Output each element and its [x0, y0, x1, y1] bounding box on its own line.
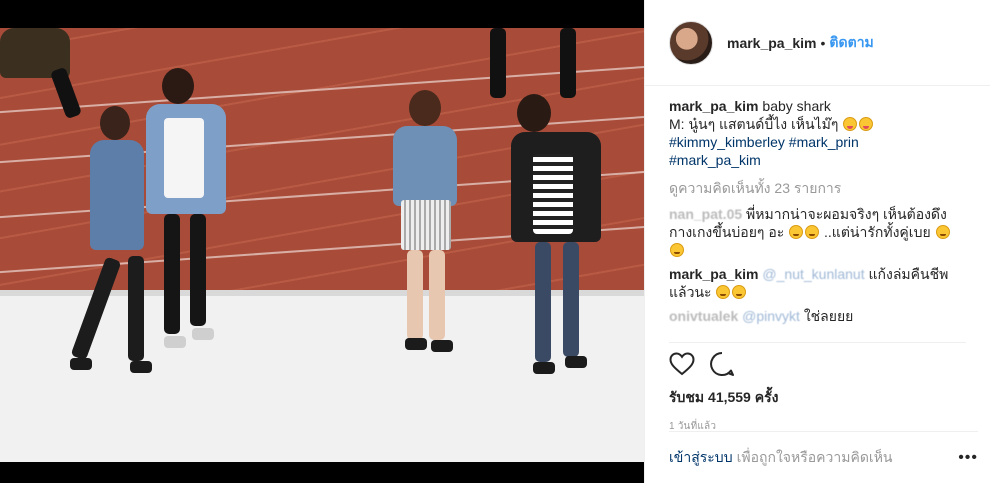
grin-emoji-icon: [805, 225, 820, 239]
grin-emoji-icon: [789, 225, 804, 239]
separator-dot: •: [820, 34, 826, 51]
post-header: mark_pa_kim • ติดตาม: [645, 0, 990, 86]
laugh-emoji-icon: [732, 285, 747, 299]
login-link[interactable]: เข้าสู่ระบบ: [669, 447, 733, 469]
comment-text: แก้งล่มคืนชีพ: [868, 266, 949, 282]
comment-icon[interactable]: [709, 351, 735, 377]
post-video[interactable]: [0, 0, 644, 483]
follow-button[interactable]: ติดตาม: [829, 32, 873, 54]
comment-username[interactable]: mark_pa_kim: [669, 266, 759, 282]
tongue-emoji-icon: [843, 117, 858, 131]
instagram-post: mark_pa_kim • ติดตาม mark_pa_kim baby sh…: [0, 0, 990, 483]
background-dancer-right: [480, 28, 590, 108]
heart-icon[interactable]: [669, 352, 695, 376]
video-frame: [0, 28, 644, 462]
background-dancer-left: [0, 28, 83, 120]
post-username[interactable]: mark_pa_kim: [727, 35, 817, 51]
login-footer: เข้าสู่ระบบ เพื่อถูกใจหรือความคิดเห็น ••…: [669, 431, 978, 483]
post-side-panel: mark_pa_kim • ติดตาม mark_pa_kim baby sh…: [644, 0, 990, 483]
dancer-2: [140, 68, 240, 358]
view-count[interactable]: รับชม 41,559 ครั้ง: [669, 387, 966, 409]
comment-text: แล้วนะ: [669, 284, 712, 300]
caption-text-line1: baby shark: [762, 98, 831, 114]
comment-item: onivtualek @pinvykt ใช่ลยยย: [669, 307, 974, 325]
caption-text-line2: M: นู๋นๆ แสตนด์บี้ไง เห็นไม๊ๆ: [669, 116, 839, 132]
tongue-emoji-icon: [859, 117, 874, 131]
comment-mention[interactable]: @_nut_kunlanut: [762, 266, 864, 282]
caption-hashtags-line2[interactable]: #mark_pa_kim: [669, 152, 761, 168]
grin-emoji-icon: [935, 225, 950, 239]
caption-username[interactable]: mark_pa_kim: [669, 98, 759, 114]
comment-item: mark_pa_kim @_nut_kunlanut แก้งล่มคืนชีพ…: [669, 265, 974, 301]
grin-emoji-icon: [670, 243, 684, 257]
caption-hashtags-line1[interactable]: #kimmy_kimberley #mark_prin: [669, 134, 859, 150]
comment-username[interactable]: onivtualek: [669, 308, 738, 324]
caption: mark_pa_kim baby shark M: นู๋นๆ แสตนด์บี…: [669, 97, 974, 169]
login-prompt-text: เพื่อถูกใจหรือความคิดเห็น: [736, 448, 893, 465]
laugh-emoji-icon: [716, 285, 731, 299]
more-options-icon[interactable]: •••: [958, 449, 978, 467]
comment-text: พี่หมากน่าจะผอมจริงๆ เห็นต้องดึง: [746, 206, 947, 222]
comment-text: กางเกงขึ้นบ่อยๆ อะ: [669, 224, 785, 240]
avatar[interactable]: [669, 20, 713, 65]
comments-section: mark_pa_kim baby shark M: นู๋นๆ แสตนด์บี…: [669, 97, 974, 333]
comment-text: ..แต่น่ารักทั้งคู่เบย: [824, 224, 931, 240]
comment-username[interactable]: nan_pat.05: [669, 206, 742, 222]
dancer-3: [385, 90, 465, 360]
comment-mention[interactable]: @pinvykt: [742, 308, 800, 324]
comment-text: ใช่ลยยย: [803, 308, 854, 324]
dancer-4: [505, 94, 615, 384]
post-actions: รับชม 41,559 ครั้ง 1 วันที่แล้ว: [669, 342, 966, 434]
comment-item: nan_pat.05 พี่หมากน่าจะผอมจริงๆ เห็นต้อง…: [669, 205, 974, 259]
view-all-comments-link[interactable]: ดูความคิดเห็นทั้ง 23 รายการ: [669, 179, 974, 197]
